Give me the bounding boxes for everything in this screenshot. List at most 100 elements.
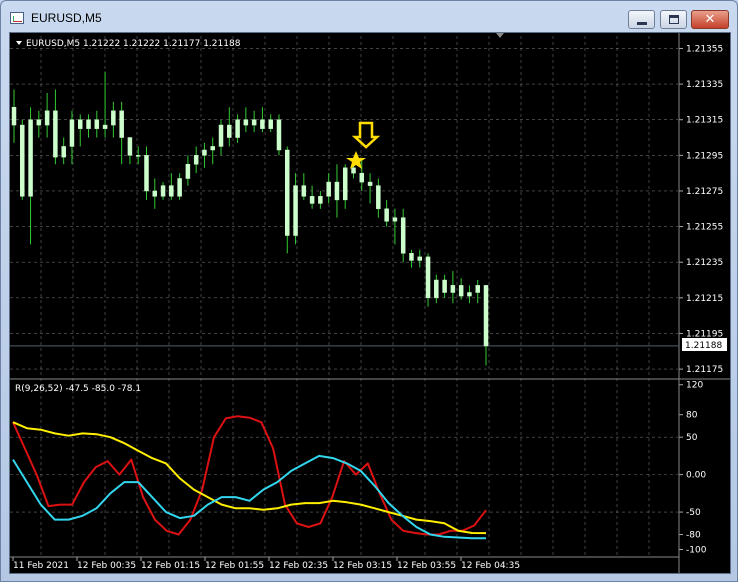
candle-body xyxy=(417,256,423,261)
candle-body xyxy=(235,119,240,138)
candle-body xyxy=(119,110,124,138)
candle-body xyxy=(202,149,207,156)
time-tick-label: 12 Feb 01:15 xyxy=(141,561,200,571)
candle-body xyxy=(144,155,149,192)
indicator-tick-label: -80 xyxy=(686,531,701,541)
candle-body xyxy=(20,124,25,197)
candle-body xyxy=(135,155,141,157)
time-tick-label: 12 Feb 02:35 xyxy=(269,561,328,571)
candle-body xyxy=(36,119,42,126)
candle-body xyxy=(376,185,381,210)
time-axis: 11 Feb 2021 12 Feb 00:35 12 Feb 01:15 12 Fe… xyxy=(10,556,679,571)
price-tick-label: 1.21355 xyxy=(686,44,723,54)
candle-body xyxy=(326,181,331,197)
candle-body xyxy=(367,181,373,186)
minimize-icon xyxy=(637,22,647,25)
time-tick-label: 12 Feb 01:55 xyxy=(205,561,264,571)
chart-area[interactable]: 1.21355 1.21335 1.21315 1.21295 1.21275 1.212… xyxy=(9,32,731,574)
chart-shift-marker-icon[interactable] xyxy=(496,33,504,38)
candle-body xyxy=(268,119,273,129)
candle-body xyxy=(86,119,91,129)
candle-body xyxy=(293,185,298,236)
indicator-header: R(9,26,52) -47.5 -85.0 -78.1 xyxy=(15,384,141,394)
candle-body xyxy=(111,110,116,126)
candle-body xyxy=(285,149,290,236)
price-tick-label: 1.21275 xyxy=(686,187,723,197)
candle-body xyxy=(475,285,480,293)
candle-body xyxy=(442,279,447,293)
candle-body xyxy=(169,185,174,197)
time-tick-label: 12 Feb 03:15 xyxy=(333,561,392,571)
candle-body xyxy=(177,178,182,197)
candle-body xyxy=(425,256,431,299)
star-icon[interactable] xyxy=(346,151,366,169)
close-button[interactable]: ✕ xyxy=(691,10,729,29)
indicator-tick-label: 120 xyxy=(686,381,703,391)
chart-window-icon xyxy=(10,12,24,24)
arrow-down-icon[interactable] xyxy=(351,121,381,149)
candle-body xyxy=(309,196,315,204)
candle-body xyxy=(61,146,66,158)
time-tick-label: 12 Feb 00:35 xyxy=(77,561,136,571)
candle-body xyxy=(251,119,257,126)
price-axis: 1.21355 1.21335 1.21315 1.21295 1.21275 1.212… xyxy=(679,44,723,375)
indicator-tick-label: -100 xyxy=(686,546,707,556)
price-tick-label: 1.21195 xyxy=(686,329,723,339)
candles xyxy=(11,71,489,366)
candle-body xyxy=(243,119,249,126)
candle-body xyxy=(127,137,133,156)
minimize-button[interactable] xyxy=(628,10,655,29)
candle-body xyxy=(334,181,340,201)
candle-body xyxy=(276,119,282,151)
title-bar[interactable]: EURUSD,M5 ✕ xyxy=(1,1,737,33)
price-tick-label: 1.21255 xyxy=(686,223,723,233)
indicator-tick-label: 80 xyxy=(686,411,698,421)
candle-body xyxy=(359,172,365,183)
maximize-button[interactable] xyxy=(660,10,687,29)
current-price-label: 1.21188 xyxy=(685,341,722,351)
candle-body xyxy=(400,217,406,254)
time-tick-label: 11 Feb 2021 xyxy=(13,561,69,571)
price-tick-label: 1.21315 xyxy=(686,116,723,126)
time-tick-label: 12 Feb 04:35 xyxy=(461,561,520,571)
indicator-tick-label: 0.00 xyxy=(686,471,706,481)
candle-body xyxy=(351,167,356,174)
chart-header: EURUSD,M5 1.21222 1.21222 1.21177 1.2118… xyxy=(26,39,241,49)
maximize-icon xyxy=(669,15,679,24)
candle-body xyxy=(69,119,75,147)
indicator-tick-label: -50 xyxy=(686,508,701,518)
candle-body xyxy=(450,285,456,293)
candle-body xyxy=(28,119,33,197)
close-icon: ✕ xyxy=(704,12,716,27)
price-tick-label: 1.21235 xyxy=(686,258,723,268)
candle-body xyxy=(44,110,50,126)
candle-body xyxy=(102,124,108,129)
candle-body xyxy=(227,124,232,138)
candle-body xyxy=(185,164,191,179)
candle-body xyxy=(193,155,199,165)
indicator-tick-label: 50 xyxy=(686,433,698,443)
indicator-lines xyxy=(12,415,487,540)
time-tick-label: 12 Feb 03:55 xyxy=(397,561,456,571)
candle-body xyxy=(77,119,83,129)
candle-body xyxy=(458,285,464,297)
collapse-triangle-icon[interactable] xyxy=(16,41,22,45)
candle-body xyxy=(152,190,158,197)
price-tick-label: 1.21335 xyxy=(686,80,723,90)
chart-grid xyxy=(10,36,678,557)
candle-body xyxy=(467,292,472,297)
price-tick-label: 1.21215 xyxy=(686,294,723,304)
chart-window: EURUSD,M5 ✕ 1.21355 1.21335 1.21315 1.21295… xyxy=(0,0,738,582)
candle-body xyxy=(301,185,307,197)
candle-body xyxy=(53,110,58,158)
candle-body xyxy=(160,185,166,197)
candle-body xyxy=(392,217,398,222)
candle-body xyxy=(94,119,100,129)
candle-body xyxy=(218,124,224,147)
indicator-series-line xyxy=(12,421,487,535)
candle-body xyxy=(260,119,265,129)
window-title: EURUSD,M5 xyxy=(31,11,102,25)
indicator-axis: 120 80 50 0.00 -50 -80 -100 xyxy=(679,381,707,556)
indicator-series-line xyxy=(12,454,486,540)
candle-body xyxy=(483,285,489,347)
